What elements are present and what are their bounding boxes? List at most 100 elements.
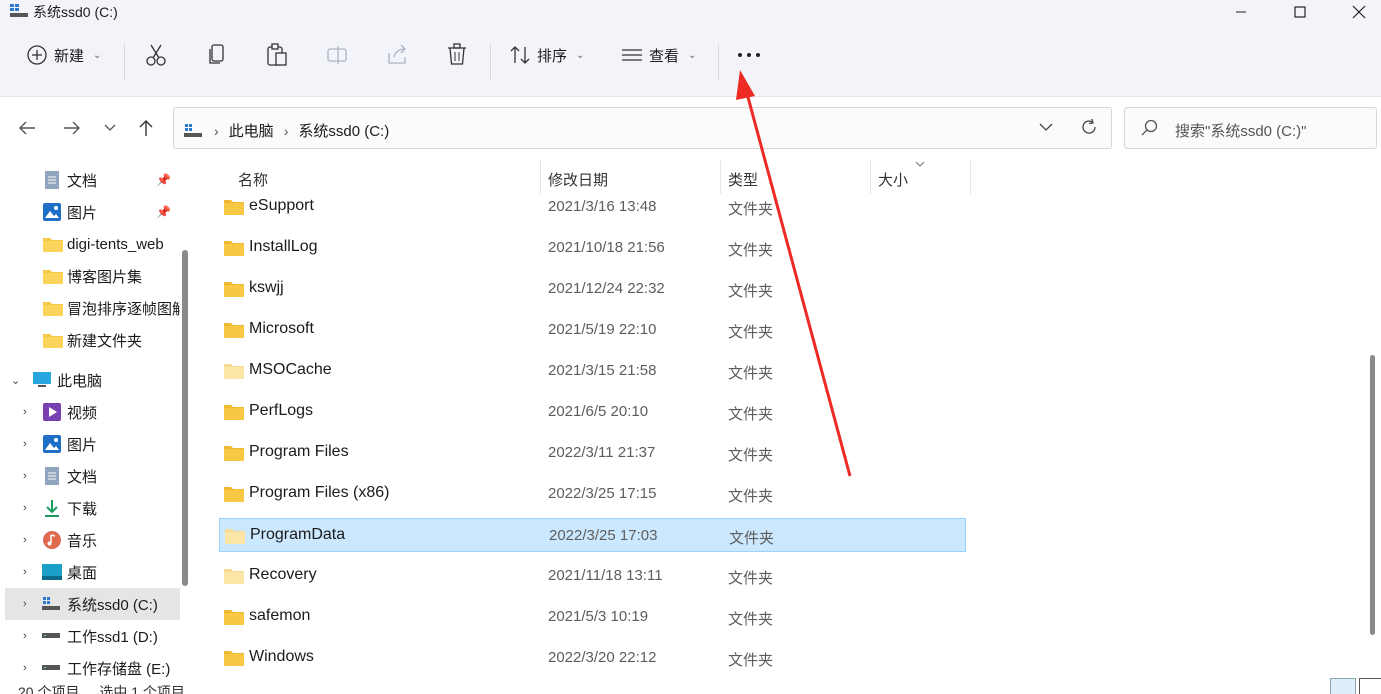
column-divider[interactable]: [720, 160, 721, 194]
table-row[interactable]: PerfLogs 2021/6/5 20:10 文件夹: [219, 395, 966, 429]
file-type: 文件夹: [729, 530, 775, 547]
table-row[interactable]: Microsoft 2021/5/19 22:10 文件夹: [219, 313, 966, 347]
chevron-right-icon[interactable]: ›: [23, 630, 27, 642]
paste-button[interactable]: [266, 40, 288, 70]
share-button[interactable]: [386, 40, 408, 70]
sort-button[interactable]: 排序 ⌄: [509, 40, 584, 70]
chevron-right-icon[interactable]: ›: [23, 406, 27, 418]
sidebar-item-label: 文档: [67, 468, 98, 486]
copy-button[interactable]: [206, 40, 228, 70]
file-date: 2021/11/18 13:11: [548, 567, 663, 584]
sidebar-item-music[interactable]: › 音乐: [0, 524, 180, 556]
window-title: 系统ssd0 (C:): [33, 4, 118, 20]
file-list-scrollbar[interactable]: [1370, 355, 1375, 635]
sidebar-item-downloads[interactable]: › 下载: [0, 492, 180, 524]
drive-icon: [42, 633, 60, 638]
chevron-right-icon[interactable]: ›: [23, 662, 27, 674]
close-button[interactable]: [1331, 0, 1381, 24]
chevron-down-icon[interactable]: ⌄: [11, 374, 20, 387]
folder-icon: [224, 569, 244, 584]
file-name: PerfLogs: [249, 402, 314, 419]
sidebar-item-folder[interactable]: 冒泡排序逐帧图解: [0, 292, 180, 324]
column-divider[interactable]: [970, 160, 971, 194]
maximize-button[interactable]: [1272, 0, 1328, 24]
sidebar-item-drive-e[interactable]: › 工作存储盘 (E:): [0, 652, 180, 684]
details-view-toggle[interactable]: [1330, 678, 1356, 694]
folder-icon: [224, 405, 244, 420]
table-row[interactable]: InstallLog 2021/10/18 21:56 文件夹: [219, 231, 966, 265]
chevron-right-icon[interactable]: ›: [23, 566, 27, 578]
file-date: 2021/12/24 22:32: [548, 280, 665, 297]
chevron-right-icon[interactable]: ›: [23, 598, 27, 610]
sidebar-item-pictures[interactable]: 图片 📌: [0, 196, 180, 228]
chevron-right-icon[interactable]: ›: [23, 502, 27, 514]
sidebar-item-desktop[interactable]: › 桌面: [0, 556, 180, 588]
column-divider[interactable]: [870, 160, 871, 194]
sidebar-item-pictures[interactable]: › 图片: [0, 428, 180, 460]
chevron-down-icon: [104, 124, 116, 131]
navigation-pane: 文档 📌 图片 📌 digi-tents_web 博客图片集 冒泡排序逐帧图解 …: [0, 160, 192, 694]
file-name: safemon: [249, 607, 311, 624]
up-button[interactable]: [132, 115, 160, 141]
close-icon: [1352, 5, 1366, 19]
table-row[interactable]: Program Files 2022/3/11 21:37 文件夹: [219, 436, 966, 470]
sidebar-item-label: 新建文件夹: [67, 332, 143, 350]
sidebar-item-drive-d[interactable]: › 工作ssd1 (D:): [0, 620, 180, 652]
table-row[interactable]: eSupport 2021/3/16 13:48 文件夹: [219, 190, 966, 224]
sidebar-item-this-pc[interactable]: ⌄ 此电脑: [0, 364, 180, 396]
sidebar-item-folder[interactable]: 博客图片集: [0, 260, 180, 292]
sort-icon: [510, 46, 530, 64]
sort-label: 排序: [537, 47, 568, 65]
status-bar: 20 个项目 选中 1 个项目: [18, 682, 185, 694]
chevron-right-icon[interactable]: ›: [23, 470, 27, 482]
file-list: 名称 修改日期 类型 大小 eSupport 2021/3/16 13:48 文件夹…: [192, 160, 1381, 694]
sidebar-item-documents[interactable]: › 文档: [0, 460, 180, 492]
file-name: ProgramData: [250, 526, 346, 543]
breadcrumb-drive-c[interactable]: 系统ssd0 (C:): [298, 120, 389, 141]
folder-icon: [224, 610, 244, 625]
chevron-right-icon[interactable]: ›: [23, 534, 27, 546]
address-bar[interactable]: › 此电脑 › 系统ssd0 (C:): [173, 107, 1112, 149]
delete-button[interactable]: [446, 40, 468, 70]
chevron-right-icon[interactable]: ›: [23, 438, 27, 450]
sidebar-scrollbar[interactable]: [182, 250, 188, 586]
column-divider[interactable]: [540, 160, 541, 194]
more-button[interactable]: [736, 40, 762, 70]
table-row[interactable]: ProgramData 2022/3/25 17:03 文件夹: [219, 518, 966, 552]
rename-button[interactable]: [326, 40, 348, 70]
sidebar-item-videos[interactable]: › 视频: [0, 396, 180, 428]
sidebar-item-folder[interactable]: digi-tents_web: [0, 228, 180, 260]
view-button[interactable]: 查看 ⌄: [621, 40, 696, 70]
back-button[interactable]: [13, 115, 41, 141]
folder-icon: [224, 241, 244, 256]
sidebar-item-documents[interactable]: 文档 📌: [0, 164, 180, 196]
chevron-down-icon[interactable]: [1039, 122, 1053, 132]
sidebar-item-drive-c[interactable]: › 系统ssd0 (C:): [5, 588, 180, 620]
new-button[interactable]: 新建 ⌄: [26, 40, 101, 70]
arrow-right-icon: [64, 121, 80, 135]
refresh-icon[interactable]: [1080, 118, 1098, 136]
table-row[interactable]: Program Files (x86) 2022/3/25 17:15 文件夹: [219, 477, 966, 511]
cut-button[interactable]: [145, 40, 167, 70]
drive-icon: [10, 4, 28, 17]
chevron-down-icon: ⌄: [93, 49, 102, 61]
table-row[interactable]: safemon 2021/5/3 10:19 文件夹: [219, 600, 966, 634]
sidebar-item-folder[interactable]: 新建文件夹: [0, 324, 180, 356]
command-bar: 新建 ⌄ 排序 ⌄ 查看 ⌄: [0, 24, 1381, 97]
file-name: Windows: [249, 648, 314, 665]
breadcrumb-this-pc[interactable]: 此电脑: [229, 120, 274, 141]
forward-button[interactable]: [58, 115, 86, 141]
sort-indicator-icon: [915, 161, 925, 167]
divider: [718, 44, 719, 80]
documents-icon: [45, 467, 59, 485]
computer-icon: [33, 372, 51, 387]
table-row[interactable]: Recovery 2021/11/18 13:11 文件夹: [219, 559, 966, 593]
table-row[interactable]: kswjj 2021/12/24 22:32 文件夹: [219, 272, 966, 306]
search-box[interactable]: 搜索"系统ssd0 (C:)": [1124, 107, 1377, 149]
table-row[interactable]: Windows 2022/3/20 22:12 文件夹: [219, 641, 966, 675]
tiles-view-toggle[interactable]: [1359, 678, 1381, 694]
minimize-button[interactable]: [1213, 0, 1269, 24]
new-label: 新建: [54, 47, 85, 65]
recent-button[interactable]: [96, 115, 124, 141]
table-row[interactable]: MSOCache 2021/3/15 21:58 文件夹: [219, 354, 966, 388]
